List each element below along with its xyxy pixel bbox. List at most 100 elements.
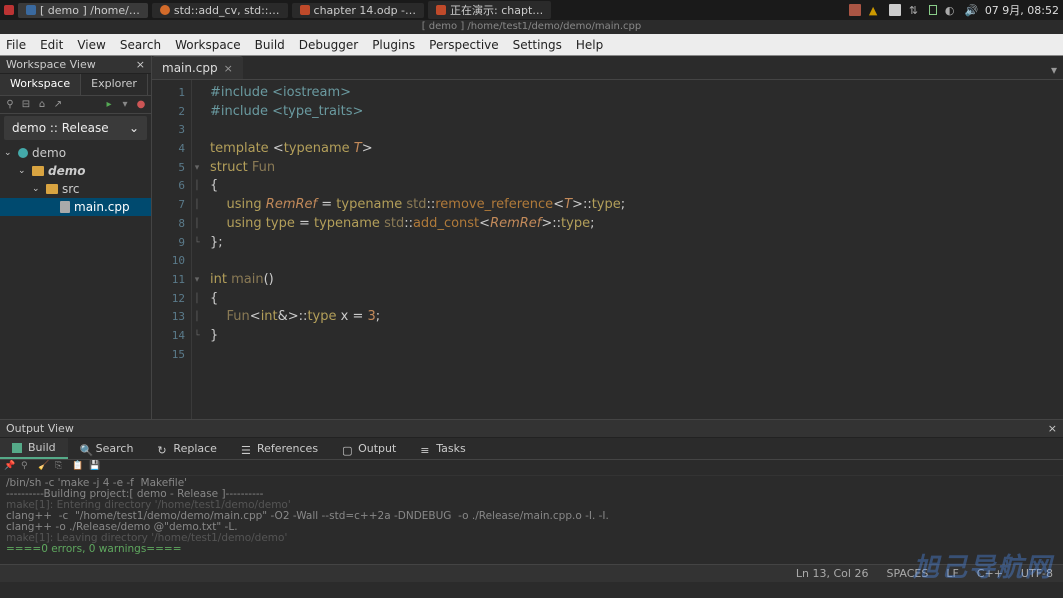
stop-icon[interactable]: ▾: [119, 99, 131, 111]
editor-tabs: main.cpp × ▾: [152, 56, 1063, 80]
window-titlebar: [ demo ] /home/test1/demo/demo/main.cpp: [0, 20, 1063, 34]
workspace-icon: [18, 148, 28, 158]
link-icon[interactable]: ⚲: [21, 461, 32, 472]
volume-icon[interactable]: 🔊: [965, 4, 977, 16]
taskbar-app-browser[interactable]: std::add_cv, std::…: [152, 3, 288, 18]
tab-workspace[interactable]: Workspace: [0, 74, 81, 95]
chevron-down-icon: ⌄: [18, 166, 28, 176]
ref-icon: ☰: [241, 444, 251, 454]
taskbar-app-ide[interactable]: [ demo ] /home/…: [18, 3, 148, 18]
home-icon[interactable]: ⌂: [36, 99, 48, 111]
editor-tab-main[interactable]: main.cpp ×: [152, 56, 243, 79]
menu-search[interactable]: Search: [120, 38, 161, 52]
tree-folder-src[interactable]: ⌄ src: [0, 180, 151, 198]
tab-build[interactable]: Build: [0, 438, 68, 459]
fold-icon[interactable]: ▾: [192, 159, 202, 178]
taskbar-app-impress[interactable]: chapter 14.odp -…: [292, 3, 425, 18]
menu-settings[interactable]: Settings: [513, 38, 562, 52]
clock[interactable]: 07 9月, 08:52: [985, 2, 1059, 18]
close-icon[interactable]: ×: [224, 62, 233, 75]
output-tabs: Build 🔍Search ↻Replace ☰References ▢Outp…: [0, 438, 1063, 460]
app-menu-icon[interactable]: [4, 5, 14, 15]
chevron-down-icon: ⌄: [32, 184, 42, 194]
clear-icon[interactable]: 🧹: [38, 461, 49, 472]
folder-icon: [32, 166, 44, 176]
replace-icon: ↻: [157, 444, 167, 454]
link-icon[interactable]: ⚲: [4, 99, 16, 111]
build-config-dropdown[interactable]: demo :: Release ⌄: [4, 116, 147, 140]
pin-icon[interactable]: 📌: [4, 461, 15, 472]
tasks-icon: ≡: [420, 444, 430, 454]
menu-help[interactable]: Help: [576, 38, 603, 52]
network-icon[interactable]: ⇅: [909, 4, 921, 16]
tree-label: demo: [32, 146, 66, 160]
tab-label: main.cpp: [162, 61, 218, 75]
encoding[interactable]: UTF-8: [1021, 567, 1053, 580]
fold-column: ▾ │││ └ ▾ ││└: [192, 80, 202, 419]
menu-build[interactable]: Build: [255, 38, 285, 52]
paste-icon[interactable]: 📋: [72, 461, 83, 472]
language-mode[interactable]: C++: [977, 567, 1003, 580]
statusbar: Ln 13, Col 26 SPACES LF C++ UTF-8: [0, 564, 1063, 582]
build-output[interactable]: /bin/sh -c 'make -j 4 -e -f Makefile' --…: [0, 476, 1063, 564]
tab-tasks[interactable]: ≡Tasks: [408, 438, 477, 459]
window-title: [ demo ] /home/test1/demo/demo/main.cpp: [422, 21, 642, 32]
notification-icon[interactable]: [849, 4, 861, 16]
chevron-down-icon: ⌄: [129, 121, 139, 135]
line-gutter: 123456789101112131415: [152, 80, 192, 419]
menu-edit[interactable]: Edit: [40, 38, 63, 52]
menu-workspace[interactable]: Workspace: [175, 38, 241, 52]
tab-search[interactable]: 🔍Search: [68, 438, 146, 459]
build-icon[interactable]: ●: [135, 99, 147, 111]
cursor-position[interactable]: Ln 13, Col 26: [796, 567, 869, 580]
tree-label: src: [62, 182, 80, 196]
close-icon[interactable]: ×: [1048, 422, 1057, 435]
project-tree: ⌄ demo ⌄ demo ⌄ src main.cpp: [0, 142, 151, 419]
tree-workspace-root[interactable]: ⌄ demo: [0, 144, 151, 162]
tab-output[interactable]: ▢Output: [330, 438, 408, 459]
menu-view[interactable]: View: [77, 38, 105, 52]
warning-icon[interactable]: ▲: [869, 4, 881, 16]
taskbar-app-presenting[interactable]: 正在演示: chapt…: [428, 1, 551, 19]
keyboard-icon[interactable]: [889, 4, 901, 16]
tree-file-main[interactable]: main.cpp: [0, 198, 151, 216]
tab-references[interactable]: ☰References: [229, 438, 330, 459]
save-icon[interactable]: 💾: [89, 461, 100, 472]
line-ending[interactable]: LF: [946, 567, 958, 580]
vertical-scrollbar[interactable]: [1053, 80, 1063, 419]
config-label: demo :: Release: [12, 121, 109, 135]
copy-icon[interactable]: ⎘: [55, 461, 66, 472]
menu-plugins[interactable]: Plugins: [372, 38, 415, 52]
editor-menu-icon[interactable]: ▾: [1045, 61, 1063, 79]
menu-debugger[interactable]: Debugger: [299, 38, 358, 52]
taskbar-label: 正在演示: chapt…: [450, 2, 543, 18]
menu-file[interactable]: File: [6, 38, 26, 52]
system-taskbar: [ demo ] /home/… std::add_cv, std::… cha…: [0, 0, 1063, 20]
run-icon[interactable]: ▸: [103, 99, 115, 111]
tab-replace[interactable]: ↻Replace: [145, 438, 229, 459]
system-tray: ▲ ⇅ ◐ 🔊 07 9月, 08:52: [849, 2, 1059, 18]
code-area[interactable]: 123456789101112131415 ▾ │││ └ ▾ ││└ #inc…: [152, 80, 1063, 419]
workspace-toolbar: ⚲ ⊟ ⌂ ↗ ▸ ▾ ●: [0, 96, 151, 114]
code-text[interactable]: #include <iostream> #include <type_trait…: [202, 80, 1053, 419]
indent-mode[interactable]: SPACES: [886, 567, 928, 580]
firefox-icon: [160, 5, 170, 15]
close-icon[interactable]: ×: [136, 58, 145, 71]
collapse-icon[interactable]: ⊟: [20, 99, 32, 111]
workspace-panel: Workspace View × Workspace Explorer ⚲ ⊟ …: [0, 56, 152, 419]
workspace-tabs: Workspace Explorer: [0, 74, 151, 96]
menu-perspective[interactable]: Perspective: [429, 38, 499, 52]
taskbar-label: std::add_cv, std::…: [174, 4, 280, 17]
folder-icon: [46, 184, 58, 194]
battery-icon[interactable]: [929, 5, 937, 15]
ide-icon: [26, 5, 36, 15]
tab-explorer[interactable]: Explorer: [81, 74, 148, 95]
fold-icon[interactable]: ▾: [192, 271, 202, 290]
tree-project[interactable]: ⌄ demo: [0, 162, 151, 180]
taskbar-label: chapter 14.odp -…: [314, 4, 417, 17]
editor-panel: main.cpp × ▾ 123456789101112131415 ▾ │││…: [152, 56, 1063, 419]
present-icon: [436, 5, 446, 15]
goto-icon[interactable]: ↗: [52, 99, 64, 111]
output-header: Output View ×: [0, 420, 1063, 438]
brightness-icon[interactable]: ◐: [945, 4, 957, 16]
